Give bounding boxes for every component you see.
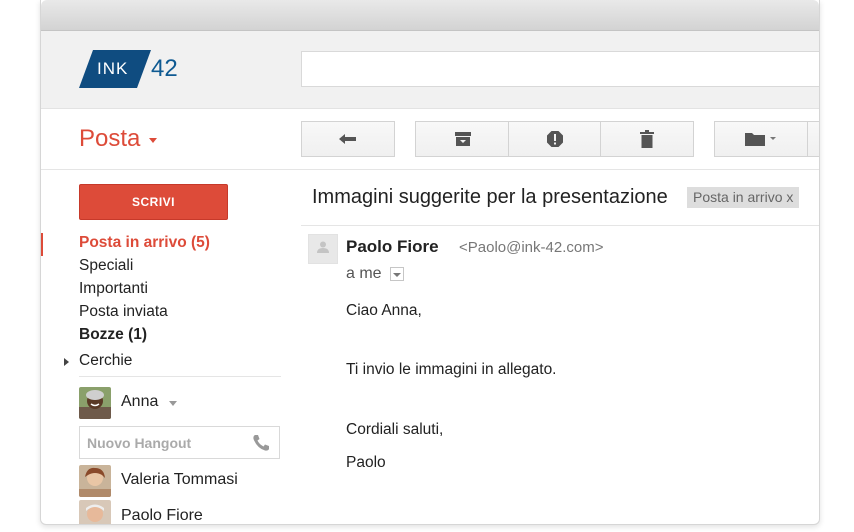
active-indicator [41, 233, 43, 256]
sidebar: SCRIVI Posta in arrivo (5) Speciali Impo… [41, 170, 301, 524]
chevron-down-icon [393, 265, 401, 283]
person-icon [316, 240, 330, 259]
label-badge[interactable]: Posta in arrivo x [687, 187, 800, 208]
reply-button[interactable] [301, 121, 395, 157]
message-body-line: Ti invio le immagini in allegato. [346, 361, 557, 378]
expand-triangle-icon[interactable] [64, 358, 69, 366]
reply-icon [338, 132, 358, 146]
logo-number: 42 [151, 55, 178, 82]
logo-text: INK [79, 50, 151, 88]
archive-button[interactable] [415, 121, 509, 157]
chevron-down-icon[interactable] [169, 401, 177, 406]
archive-icon [454, 131, 472, 147]
sender-avatar [308, 234, 338, 264]
chevron-down-icon[interactable] [149, 138, 157, 143]
browser-window: INK 42 Posta SCRIVI Posta in arrivo (5) … [40, 0, 820, 525]
delete-icon [639, 130, 655, 148]
message-pane: Immagini suggerite per la presentazione … [301, 170, 819, 524]
sidebar-item-circles[interactable]: Cerchie [79, 352, 132, 370]
show-details-button[interactable] [390, 267, 404, 281]
folder-icon [744, 131, 778, 147]
message-body-line: Ciao Anna, [346, 302, 422, 319]
sidebar-item-starred[interactable]: Speciali [79, 257, 133, 275]
contact-name[interactable]: Valeria Tommasi [121, 471, 238, 489]
mail-menu-title[interactable]: Posta [79, 125, 140, 153]
avatar[interactable] [79, 387, 111, 419]
app-logo[interactable]: INK 42 [79, 50, 189, 88]
window-titlebar [41, 0, 819, 31]
more-button[interactable] [807, 121, 819, 157]
move-to-button[interactable] [714, 121, 808, 157]
report-spam-button[interactable] [508, 121, 601, 157]
avatar[interactable] [79, 465, 111, 497]
message-subject: Immagini suggerite per la presentazione [312, 186, 668, 208]
recipient-line: a me [346, 265, 382, 282]
message-body-line: Cordiali saluti, [346, 421, 444, 438]
compose-button[interactable]: SCRIVI [79, 184, 228, 220]
action-bar: Posta [41, 109, 819, 170]
sidebar-item-sent[interactable]: Posta inviata [79, 303, 168, 321]
delete-button[interactable] [600, 121, 694, 157]
hangout-placeholder: Nuovo Hangout [87, 435, 192, 451]
sender-email: <Paolo@ink-42.com> [459, 239, 604, 256]
current-user-name[interactable]: Anna [121, 393, 158, 411]
message-divider [301, 225, 819, 226]
new-hangout-input[interactable]: Nuovo Hangout [79, 426, 280, 459]
spam-icon [546, 130, 564, 148]
sidebar-item-important[interactable]: Importanti [79, 280, 148, 298]
message-body-line: Paolo [346, 454, 386, 471]
avatar[interactable] [79, 500, 111, 524]
phone-icon[interactable] [251, 433, 271, 458]
sidebar-item-inbox[interactable]: Posta in arrivo (5) [79, 234, 210, 252]
sidebar-divider [79, 376, 281, 377]
sidebar-item-drafts[interactable]: Bozze (1) [79, 326, 147, 344]
top-bar: INK 42 [41, 31, 819, 109]
sender-name: Paolo Fiore [346, 237, 439, 256]
search-input[interactable] [301, 51, 819, 87]
contact-name[interactable]: Paolo Fiore [121, 507, 203, 524]
